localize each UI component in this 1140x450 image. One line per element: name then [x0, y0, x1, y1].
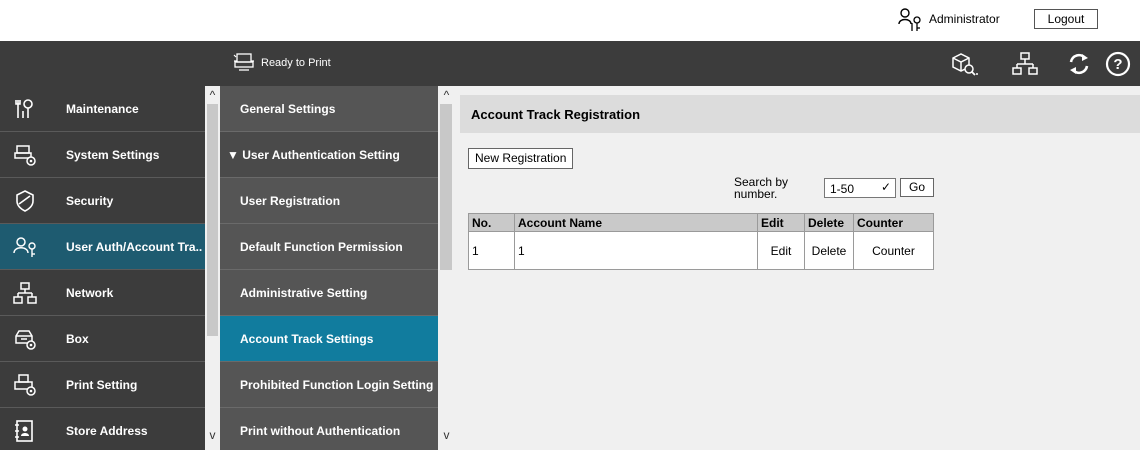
go-button[interactable]: Go — [900, 178, 934, 197]
shield-icon — [16, 190, 34, 212]
edit-button[interactable]: Edit — [757, 231, 805, 270]
left-menu-scroll-thumb[interactable] — [207, 104, 218, 336]
sub-menu-item-prohibited-function-login[interactable]: Prohibited Function Login Setting — [220, 362, 438, 408]
printer-icon — [233, 53, 254, 71]
left-menu-label: Store Address — [66, 424, 148, 438]
left-menu-item-system-settings[interactable]: System Settings — [0, 132, 205, 178]
left-menu-item-user-auth[interactable]: User Auth/Account Tra.. — [0, 224, 205, 270]
search-range-value: 1-50 — [830, 182, 855, 196]
left-menu-label: User Auth/Account Tra.. — [66, 240, 203, 254]
left-menu-label: Box — [66, 332, 89, 346]
left-menu-item-maintenance[interactable]: Maintenance — [0, 86, 205, 132]
column-header-delete: Delete — [804, 213, 854, 232]
sub-menu-label: Administrative Setting — [240, 286, 368, 300]
network-status-icon[interactable] — [1011, 50, 1039, 78]
job-search-icon[interactable] — [950, 50, 978, 78]
main-content: Account Track Registration New Registrat… — [454, 86, 1140, 450]
network-icon — [13, 282, 37, 304]
left-menu-item-network[interactable]: Network — [0, 270, 205, 316]
left-menu-item-box[interactable]: Box — [0, 316, 205, 362]
sub-menu-scroll-down-icon[interactable]: v — [439, 428, 454, 442]
sub-menu-item-account-track-settings[interactable]: Account Track Settings — [220, 316, 438, 362]
left-menu-item-security[interactable]: Security — [0, 178, 205, 224]
system-settings-icon — [14, 145, 36, 166]
sub-menu-label: Prohibited Function Login Setting — [240, 378, 434, 392]
column-header-edit: Edit — [757, 213, 805, 232]
sub-menu-item-user-authentication-setting[interactable]: ▼ User Authentication Setting — [220, 132, 438, 178]
chevron-down-icon: ✓ — [880, 180, 891, 194]
cell-no: 1 — [468, 231, 515, 270]
left-menu-label: Maintenance — [66, 102, 139, 116]
sub-menu-item-user-registration[interactable]: User Registration — [220, 178, 438, 224]
sub-menu-label: Default Function Permission — [240, 240, 403, 254]
sub-menu-label: Account Track Settings — [240, 332, 374, 346]
left-menu-label: Print Setting — [66, 378, 138, 392]
left-menu-label: Network — [66, 286, 114, 300]
left-menu-label: Security — [66, 194, 114, 208]
sub-menu-scroll-thumb[interactable] — [440, 104, 452, 270]
sub-menu-item-print-without-authentication[interactable]: Print without Authentication — [220, 408, 438, 450]
sub-menu-label: User Registration — [240, 194, 341, 208]
user-key-icon — [898, 8, 921, 31]
user-name: Administrator — [929, 12, 1000, 26]
sub-menu-item-general-settings[interactable]: General Settings — [220, 86, 438, 132]
printer-status-text: Ready to Print — [261, 57, 331, 69]
column-header-account-name: Account Name — [514, 213, 758, 232]
column-header-no: No. — [468, 213, 515, 232]
sub-menu-item-administrative-setting[interactable]: Administrative Setting — [220, 270, 438, 316]
sub-menu-label: Print without Authentication — [240, 424, 401, 438]
print-setting-icon — [14, 374, 36, 396]
address-book-icon — [15, 420, 33, 442]
left-menu: Maintenance System Settings Security Use… — [0, 86, 205, 450]
delete-button[interactable]: Delete — [804, 231, 854, 270]
status-bar: Ready to Print ? — [0, 41, 1140, 86]
cell-account-name: 1 — [514, 231, 758, 270]
search-range-select[interactable]: 1-50 ✓ — [824, 178, 896, 198]
maintenance-icon — [15, 99, 33, 118]
counter-button[interactable]: Counter — [853, 231, 934, 270]
column-header-counter: Counter — [853, 213, 934, 232]
left-menu-item-print-setting[interactable]: Print Setting — [0, 362, 205, 408]
page-title: Account Track Registration — [460, 95, 1140, 133]
logout-button[interactable]: Logout — [1034, 9, 1098, 29]
refresh-icon[interactable] — [1065, 50, 1093, 78]
sub-menu: General Settings ▼ User Authentication S… — [220, 86, 438, 450]
sub-menu-label: ▼ User Authentication Setting — [227, 148, 400, 162]
left-menu-scroll-up-icon[interactable]: ^ — [205, 88, 220, 102]
new-registration-button[interactable]: New Registration — [468, 148, 574, 169]
sub-menu-item-default-function-permission[interactable]: Default Function Permission — [220, 224, 438, 270]
left-menu-item-store-address[interactable]: Store Address — [0, 408, 205, 450]
sub-menu-label: General Settings — [240, 102, 336, 116]
search-by-number-label: Search by number. — [734, 175, 789, 201]
user-auth-icon — [13, 237, 36, 257]
svg-text:?: ? — [1113, 56, 1122, 73]
table-header-row: No. Account Name Edit Delete Counter — [468, 213, 934, 232]
account-table: No. Account Name Edit Delete Counter 1 1… — [468, 213, 934, 270]
box-icon — [15, 330, 36, 350]
sub-menu-scroll-up-icon[interactable]: ^ — [439, 88, 454, 102]
help-icon[interactable]: ? — [1104, 50, 1132, 78]
table-row: 1 1 Edit Delete Counter — [468, 231, 934, 270]
top-bar: Administrator Logout — [0, 0, 1140, 41]
left-menu-label: System Settings — [66, 148, 160, 162]
left-menu-scroll-down-icon[interactable]: v — [205, 428, 220, 442]
